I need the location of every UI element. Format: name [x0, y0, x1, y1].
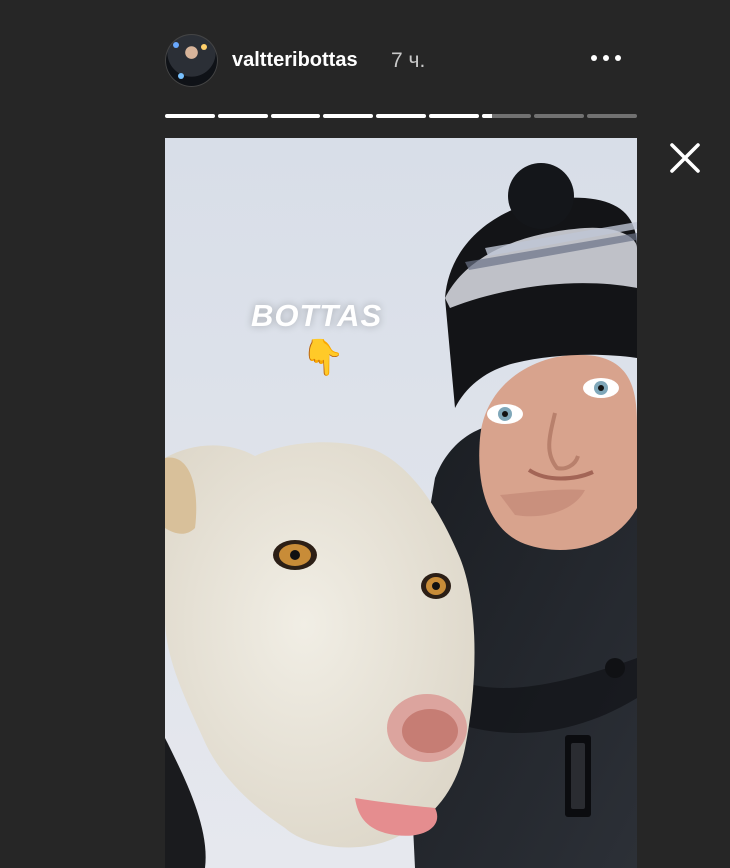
story-image: [165, 138, 637, 868]
progress-segment: [217, 114, 268, 118]
progress-segment: [428, 114, 479, 118]
progress-segment: [587, 114, 638, 118]
progress-segment-fill: [481, 114, 492, 118]
progress-segment-fill: [323, 114, 374, 118]
progress-segment-fill: [376, 114, 426, 118]
progress-segment: [376, 114, 426, 118]
progress-segment-fill: [270, 114, 321, 118]
progress-segment-fill: [165, 114, 215, 118]
more-options-icon[interactable]: [591, 55, 621, 61]
progress-segment-fill: [428, 114, 479, 118]
progress-segment: [270, 114, 321, 118]
timestamp: 7 ч.: [391, 49, 426, 72]
close-icon[interactable]: [668, 141, 702, 175]
story-header: valtteribottas 7 ч.: [165, 34, 637, 88]
progress-segment: [323, 114, 374, 118]
story-text-sticker: BOTTAS: [251, 298, 383, 333]
username[interactable]: valtteribottas: [232, 49, 358, 72]
progress-segment-fill: [217, 114, 268, 118]
progress-segment: [165, 114, 215, 118]
avatar[interactable]: [165, 34, 218, 87]
pointing-down-emoji: 👇: [301, 338, 345, 377]
progress-segment: [481, 114, 532, 118]
story-media[interactable]: BOTTAS 👇: [165, 138, 637, 868]
progress-segment: [534, 114, 585, 118]
progress-bar: [165, 114, 638, 118]
